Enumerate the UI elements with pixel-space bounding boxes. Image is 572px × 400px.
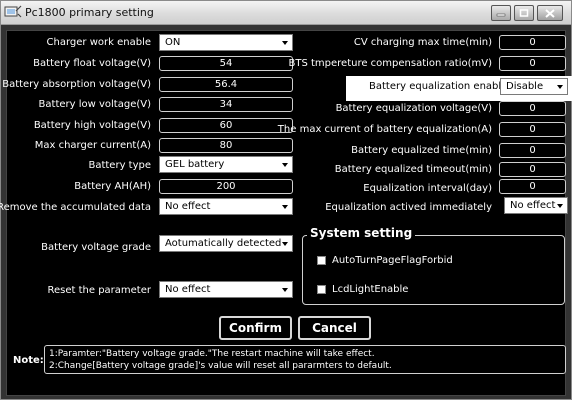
battery-voltage-grade-value: Aotumatically detected (165, 238, 282, 249)
battery-float-voltage-label: Battery float voltage(V) (33, 58, 151, 69)
close-button[interactable] (537, 5, 563, 21)
chevron-down-icon (282, 163, 288, 167)
battery-equalized-time-label: Battery equalized time(min) (351, 145, 492, 156)
chevron-down-icon (557, 85, 563, 89)
auto-turn-page-checkbox[interactable] (317, 256, 326, 265)
reset-parameter-value: No effect (165, 284, 211, 295)
battery-equalized-time-field[interactable]: 0 (499, 143, 566, 158)
settings-window: Pc1800 primary setting Charger work enab… (0, 0, 572, 400)
battery-type-value: GEL battery (165, 159, 225, 170)
lcd-light-enable-checkbox[interactable] (317, 285, 326, 294)
remove-accumulated-data-value: No effect (165, 201, 211, 212)
battery-float-voltage-field[interactable]: 54 (159, 56, 293, 71)
max-charger-current-field[interactable]: 80 (159, 138, 293, 153)
max-current-equalization-field[interactable]: 0 (499, 122, 566, 137)
battery-equalized-timeout-field[interactable]: 0 (499, 162, 566, 177)
system-setting-title: System setting (307, 226, 416, 240)
equalization-actived-immediately-select[interactable]: No effect (504, 197, 568, 214)
note-line-1: 1:Paramter:"Battery voltage grade."The r… (49, 349, 375, 359)
window-title: Pc1800 primary setting (25, 6, 154, 19)
battery-low-voltage-field[interactable]: 34 (159, 97, 293, 112)
chevron-down-icon (282, 205, 288, 209)
cancel-button[interactable]: Cancel (298, 316, 371, 340)
remove-accumulated-data-label: Remove the accumulated data (0, 202, 151, 213)
battery-voltage-grade-select[interactable]: Aotumatically detected (159, 235, 293, 252)
battery-high-voltage-label: Battery high voltage(V) (33, 120, 151, 131)
battery-voltage-grade-label: Battery voltage grade (41, 242, 151, 253)
max-current-equalization-label: The max current of battery equalization(… (277, 124, 492, 135)
charger-work-enable-label: Charger work enable (46, 37, 151, 48)
equalization-interval-field[interactable]: 0 (499, 179, 566, 194)
battery-equalization-enable-label: Battery equalization enable (369, 81, 508, 92)
chevron-down-icon (282, 288, 288, 292)
battery-type-select[interactable]: GEL battery (159, 156, 293, 173)
battery-low-voltage-label: Battery low voltage(V) (38, 99, 151, 110)
note-title: Note: (13, 355, 44, 366)
confirm-button[interactable]: Confirm (219, 316, 292, 340)
equalization-actived-immediately-value: No effect (510, 200, 556, 211)
minimize-button[interactable] (491, 5, 511, 21)
battery-ah-label: Battery AH(AH) (74, 181, 151, 192)
remove-accumulated-data-select[interactable]: No effect (159, 198, 293, 215)
battery-equalized-timeout-label: Battery equalized timeout(min) (334, 164, 492, 175)
close-icon (545, 8, 555, 18)
note-box: 1:Paramter:"Battery voltage grade."The r… (44, 345, 566, 374)
battery-ah-field[interactable]: 200 (159, 179, 293, 194)
battery-type-label: Battery type (88, 160, 151, 171)
cv-charging-max-time-field[interactable]: 0 (499, 35, 566, 50)
max-charger-current-label: Max charger current(A) (34, 140, 151, 151)
equalization-actived-immediately-label: Equalization actived immediately (325, 202, 492, 213)
chevron-down-icon (282, 242, 288, 246)
battery-equalization-enable-select[interactable]: Disable (500, 78, 568, 95)
battery-equalization-voltage-label: Battery equalization voltage(V) (335, 103, 492, 114)
reset-parameter-select[interactable]: No effect (159, 281, 293, 298)
equalization-interval-label: Equalization interval(day) (363, 183, 492, 194)
chevron-down-icon (557, 204, 563, 208)
charger-work-enable-select[interactable]: ON (159, 34, 293, 51)
battery-absorption-voltage-label: Battery absorption voltage(V) (2, 79, 151, 90)
note-line-2: 2:Change[Battery voltage grade]'s value … (49, 361, 392, 371)
battery-equalization-voltage-field[interactable]: 0 (499, 101, 566, 116)
bts-temperature-compensation-label: BTS tmpereture compensation ratio(mV) (288, 58, 493, 69)
lcd-light-enable-label: LcdLightEnable (332, 284, 409, 295)
maximize-icon (519, 9, 529, 17)
battery-absorption-voltage-field[interactable]: 56.4 (159, 77, 293, 92)
charger-work-enable-value: ON (165, 37, 181, 48)
battery-equalization-enable-value: Disable (506, 81, 544, 92)
reset-parameter-label: Reset the parameter (47, 285, 152, 296)
title-bar[interactable]: Pc1800 primary setting (1, 1, 571, 25)
chevron-down-icon (282, 41, 288, 45)
cv-charging-max-time-label: CV charging max time(min) (353, 37, 492, 48)
battery-high-voltage-field[interactable]: 60 (159, 118, 293, 133)
auto-turn-page-label: AutoTurnPageFlagForbid (332, 255, 453, 266)
maximize-button[interactable] (514, 5, 534, 21)
bts-temperature-compensation-field[interactable]: 0 (499, 56, 566, 71)
app-icon (4, 5, 22, 18)
minimize-icon (496, 13, 506, 17)
